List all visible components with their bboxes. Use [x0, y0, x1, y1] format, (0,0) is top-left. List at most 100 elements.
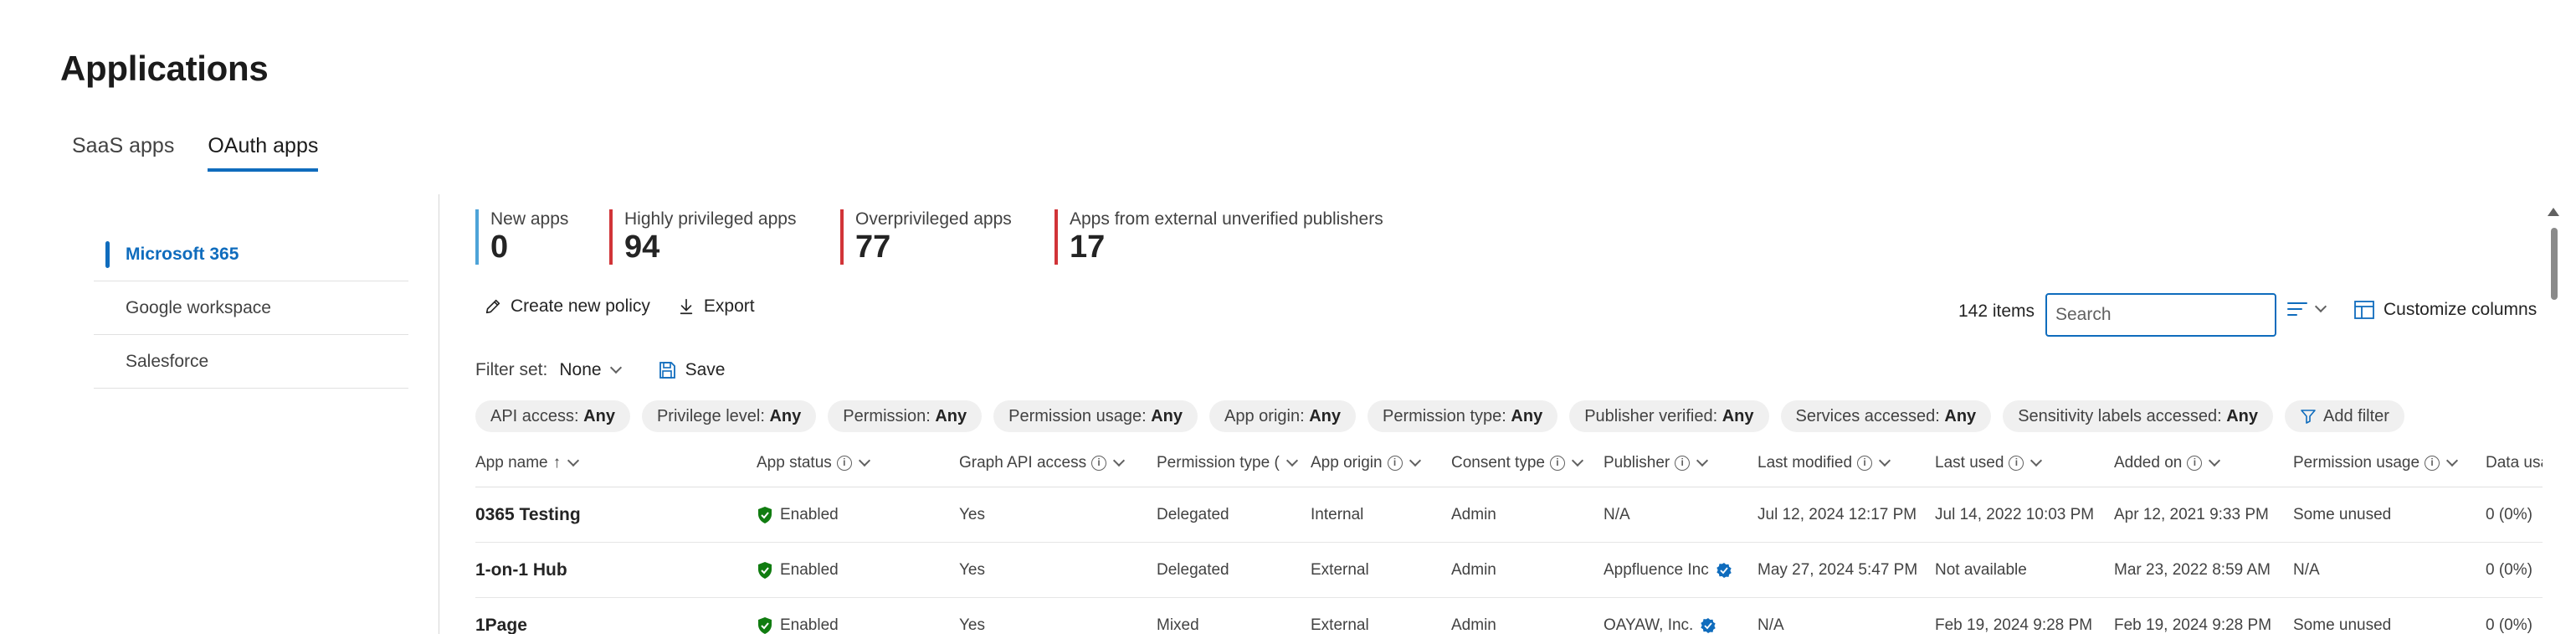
shield-check-icon: [758, 616, 772, 634]
graph-api-cell: Yes: [959, 505, 985, 523]
table-row[interactable]: 0365 Testing Enabled Yes Delegated Inter…: [475, 487, 2543, 543]
chevron-down-icon: [2314, 300, 2327, 313]
scroll-up-arrow-icon[interactable]: [2548, 208, 2559, 216]
info-icon[interactable]: i: [836, 455, 852, 471]
stat-external-unverified[interactable]: Apps from external unverified publishers…: [1055, 209, 1383, 265]
last-modified-cell: Jul 12, 2024 12:17 PM: [1758, 505, 1917, 523]
filter-chip-sensitivity-labels[interactable]: Sensitivity labels accessed: Any: [2003, 400, 2273, 432]
added-on-cell: Apr 12, 2021 9:33 PM: [2114, 505, 2269, 523]
tab-oauth-apps[interactable]: OAuth apps: [208, 134, 319, 172]
consent-type-cell: Admin: [1451, 505, 1496, 523]
vertical-scrollbar-thumb[interactable]: [2551, 228, 2558, 300]
filter-set-label: Filter set:: [475, 360, 548, 379]
col-app-origin[interactable]: App origin i: [1311, 454, 1451, 472]
tab-saas-apps[interactable]: SaaS apps: [72, 134, 174, 172]
stat-value: 17: [1070, 229, 1106, 265]
app-name-cell[interactable]: 1-on-1 Hub: [475, 560, 757, 580]
chip-label: API access:: [490, 407, 579, 425]
page-title: Applications: [60, 49, 269, 88]
side-item-salesforce[interactable]: Salesforce: [94, 335, 408, 389]
table-row[interactable]: 1-on-1 Hub Enabled Yes Delegated Externa…: [475, 543, 2543, 598]
col-app-name[interactable]: App name ↑: [475, 454, 757, 472]
filter-chips: API access: Any Privilege level: Any Per…: [475, 400, 2404, 432]
chevron-down-icon: [609, 361, 622, 374]
col-label: Permission usage: [2293, 453, 2420, 472]
stat-value: 77: [855, 229, 891, 265]
col-last-used[interactable]: Last used i: [1935, 454, 2114, 472]
search-input[interactable]: [2045, 293, 2276, 337]
filter-chip-permission-type[interactable]: Permission type: Any: [1368, 400, 1558, 432]
chip-value: Any: [769, 407, 802, 425]
consent-type-cell: Admin: [1451, 560, 1496, 579]
app-status-cell: Enabled: [757, 561, 959, 580]
data-usage-cell: 0 (0%): [2486, 616, 2532, 634]
create-policy-label: Create new policy: [511, 296, 650, 316]
filter-chip-services-accessed[interactable]: Services accessed: Any: [1780, 400, 1992, 432]
filter-icon: [2301, 410, 2316, 424]
table-row[interactable]: 1Page Enabled Yes Mixed External Admin O…: [475, 598, 2543, 634]
customize-columns-button[interactable]: Customize columns: [2353, 300, 2537, 320]
save-filter-button[interactable]: Save: [657, 360, 726, 380]
col-app-status[interactable]: App status i: [757, 454, 959, 472]
stat-overprivileged[interactable]: Overprivileged apps 77: [840, 209, 1012, 265]
info-icon[interactable]: i: [1549, 455, 1565, 471]
col-permission-usage[interactable]: Permission usage i: [2293, 454, 2486, 472]
col-publisher[interactable]: Publisher i: [1604, 454, 1758, 472]
status-text: Enabled: [780, 560, 839, 579]
filter-chip-publisher-verified[interactable]: Publisher verified: Any: [1569, 400, 1769, 432]
col-data-usage[interactable]: Data usa: [2486, 454, 2543, 472]
filter-chip-api-access[interactable]: API access: Any: [475, 400, 630, 432]
app-name-cell[interactable]: 0365 Testing: [475, 505, 757, 525]
col-permission-type[interactable]: Permission type (: [1157, 454, 1311, 472]
stat-value: 94: [624, 229, 660, 265]
publisher-cell: N/A: [1604, 506, 1758, 524]
side-item-microsoft-365[interactable]: Microsoft 365: [94, 228, 408, 281]
view-options-button[interactable]: [2286, 300, 2327, 318]
chip-value: Any: [1309, 407, 1341, 425]
toolbar: Create new policy Export: [484, 296, 755, 317]
app-name-cell[interactable]: 1Page: [475, 616, 757, 634]
consent-type-cell: Admin: [1451, 616, 1496, 634]
col-label: Last used: [1935, 453, 2004, 472]
chip-value: Any: [1151, 407, 1183, 425]
info-icon[interactable]: i: [1857, 455, 1873, 471]
info-icon[interactable]: i: [2187, 455, 2203, 471]
info-icon[interactable]: i: [2425, 455, 2440, 471]
filter-chip-permission-usage[interactable]: Permission usage: Any: [993, 400, 1198, 432]
col-consent-type[interactable]: Consent type i: [1451, 454, 1604, 472]
add-filter-label: Add filter: [2323, 407, 2389, 425]
shield-check-icon: [758, 561, 772, 579]
col-label: Added on: [2114, 453, 2183, 472]
chevron-down-icon: [1113, 454, 1126, 466]
filter-chip-permission[interactable]: Permission: Any: [828, 400, 983, 432]
side-item-google-workspace[interactable]: Google workspace: [94, 281, 408, 335]
col-graph-api-access[interactable]: Graph API access i: [959, 454, 1157, 472]
export-button[interactable]: Export: [677, 296, 755, 317]
info-icon[interactable]: i: [1675, 455, 1691, 471]
save-label: Save: [685, 360, 726, 379]
sort-asc-icon: ↑: [552, 453, 562, 472]
filter-chip-privilege-level[interactable]: Privilege level: Any: [641, 400, 817, 432]
create-policy-button[interactable]: Create new policy: [484, 296, 650, 317]
graph-api-cell: Yes: [959, 560, 985, 579]
info-icon[interactable]: i: [1387, 455, 1403, 471]
save-icon: [659, 362, 675, 379]
app-origin-cell: Internal: [1311, 505, 1364, 523]
chip-value: Any: [2226, 407, 2258, 425]
last-used-cell: Feb 19, 2024 9:28 PM: [1935, 616, 2093, 634]
app-status-cell: Enabled: [757, 506, 959, 524]
filter-set-dropdown[interactable]: None: [559, 360, 622, 380]
chip-label: Permission usage:: [1008, 407, 1147, 425]
filter-chip-app-origin[interactable]: App origin: Any: [1209, 400, 1356, 432]
col-added-on[interactable]: Added on i: [2114, 454, 2293, 472]
chevron-down-icon: [2030, 454, 2043, 466]
add-filter-button[interactable]: Add filter: [2285, 400, 2404, 432]
stat-highly-privileged[interactable]: Highly privileged apps 94: [609, 209, 796, 265]
col-last-modified[interactable]: Last modified i: [1758, 454, 1935, 472]
info-icon[interactable]: i: [1091, 455, 1107, 471]
shield-check-icon: [758, 506, 772, 523]
info-icon[interactable]: i: [2009, 455, 2024, 471]
customize-columns-label: Customize columns: [2384, 300, 2538, 319]
stat-new-apps[interactable]: New apps 0: [475, 209, 568, 265]
chip-value: Any: [1722, 407, 1754, 425]
